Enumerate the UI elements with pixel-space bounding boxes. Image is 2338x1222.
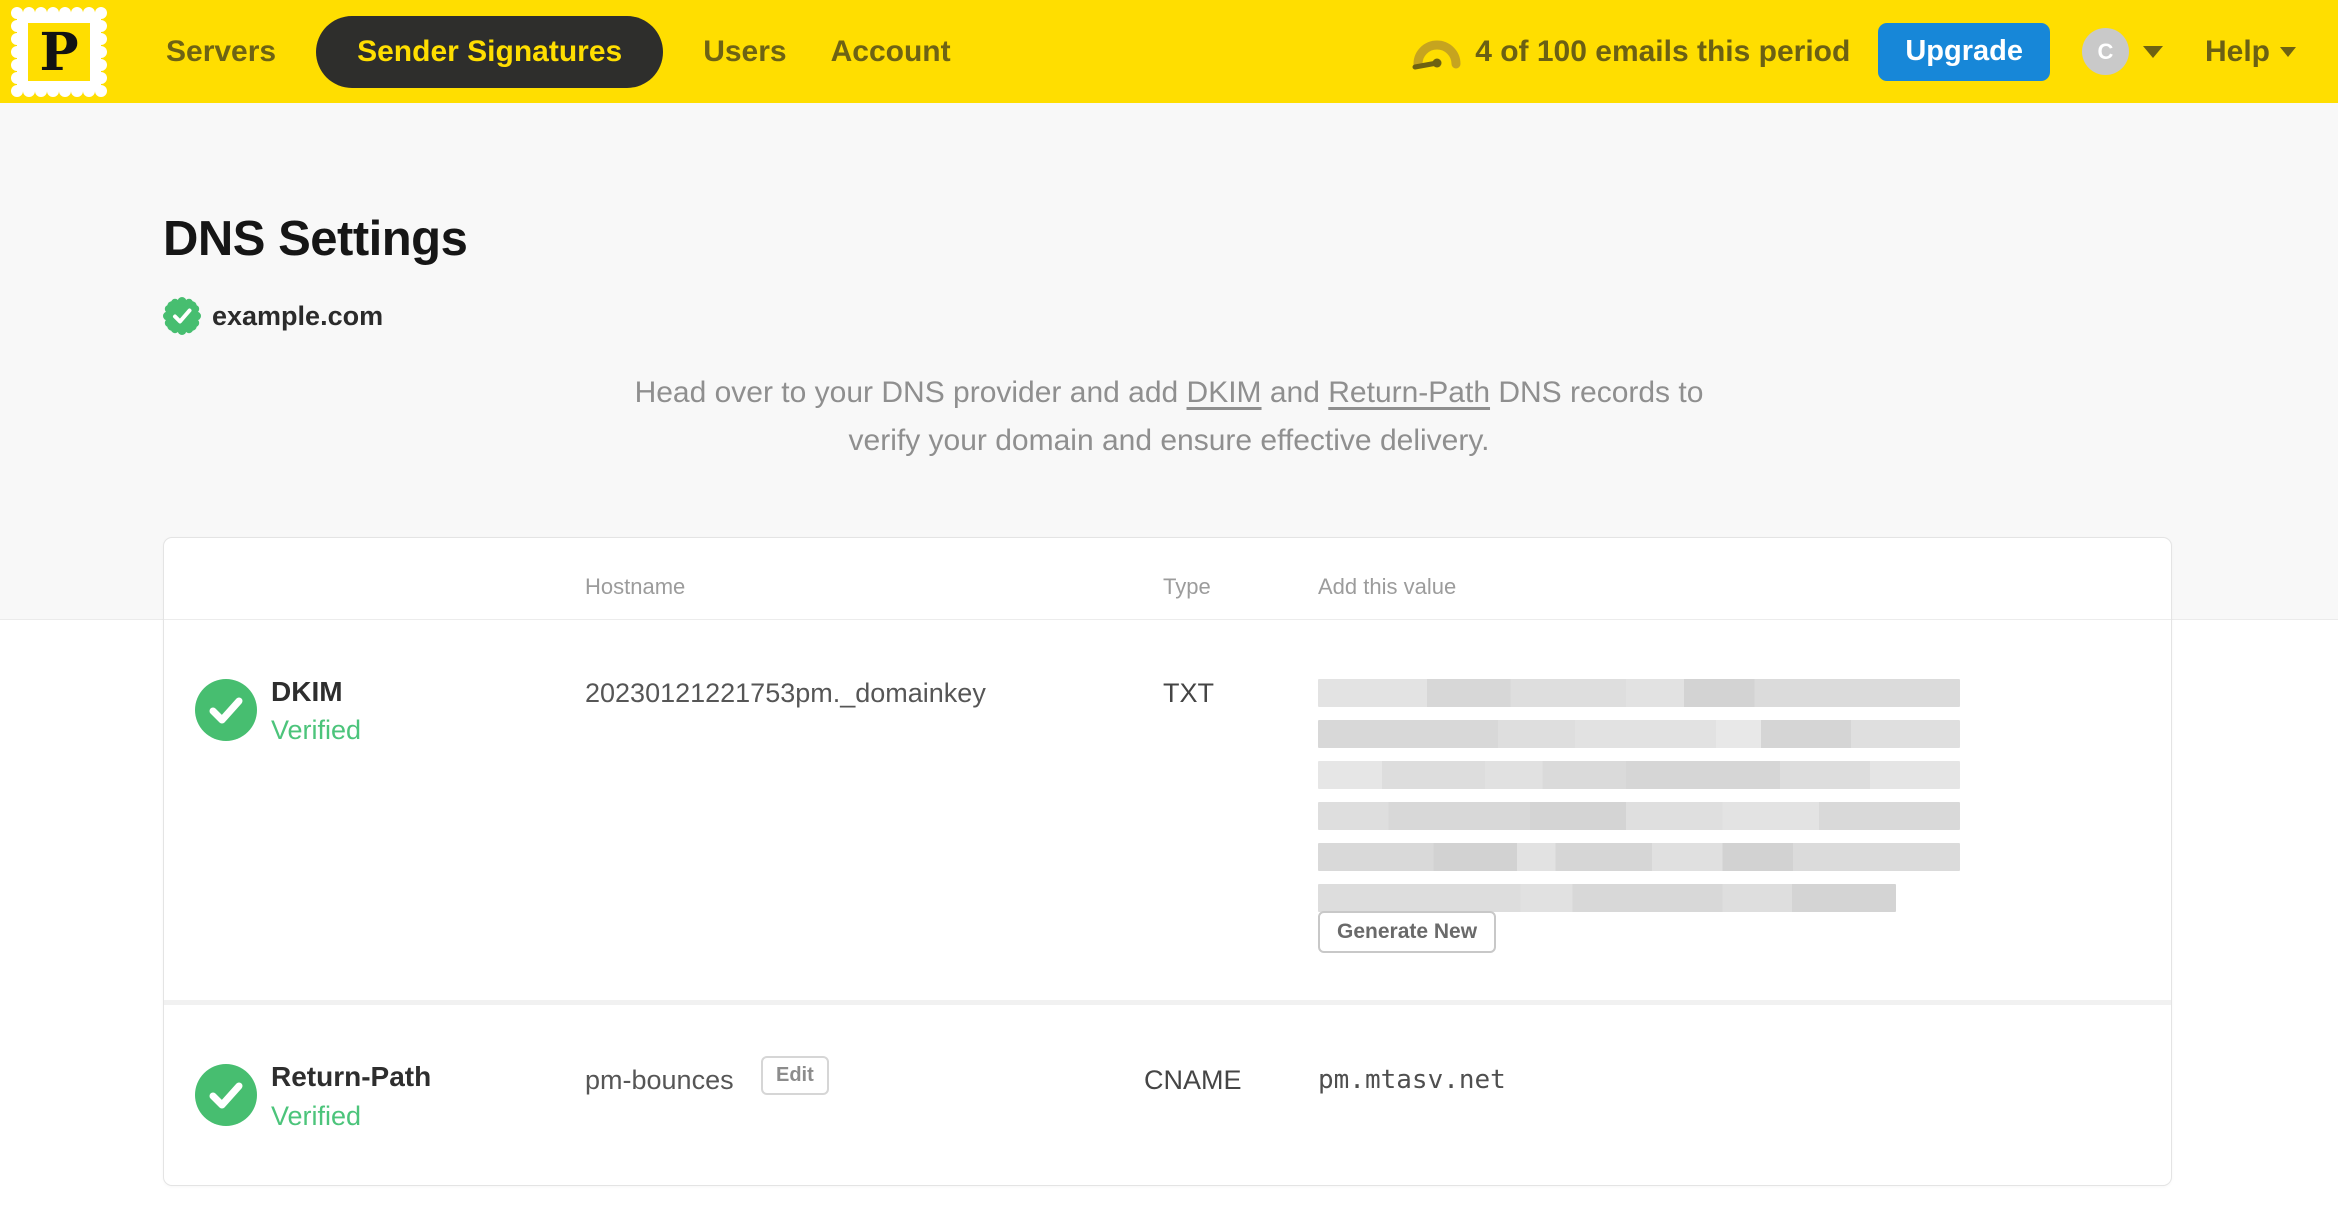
instructions-part1: Head over to your DNS provider and add bbox=[634, 376, 1187, 409]
nav-right: 4 of 100 emails this period Upgrade C He… bbox=[1411, 22, 2296, 81]
verified-seal-icon bbox=[163, 297, 201, 335]
redacted-value-row bbox=[1318, 884, 1896, 912]
redacted-value-row bbox=[1318, 720, 1960, 748]
column-header-hostname: Hostname bbox=[585, 574, 686, 599]
record-type-dkim: TXT bbox=[1163, 678, 1214, 708]
chevron-down-icon bbox=[2280, 46, 2296, 57]
record-hostname-dkim: 20230121221753pm._domainkey bbox=[585, 678, 986, 708]
page-title: DNS Settings bbox=[163, 212, 468, 266]
return-path-link[interactable]: Return-Path bbox=[1328, 376, 1490, 409]
edit-button[interactable]: Edit bbox=[761, 1056, 829, 1095]
record-name-dkim: DKIM bbox=[271, 676, 343, 707]
nav-links: Servers Sender Signatures Users Account bbox=[144, 15, 973, 88]
top-navigation: P Servers Sender Signatures Users Accoun… bbox=[0, 0, 2338, 103]
chevron-down-icon bbox=[2142, 45, 2163, 58]
redacted-value-row bbox=[1318, 802, 1960, 830]
instructions-text: Head over to your DNS provider and add D… bbox=[0, 369, 2338, 465]
column-header-value: Add this value bbox=[1318, 574, 1457, 599]
nav-item-servers[interactable]: Servers bbox=[166, 35, 276, 69]
help-menu[interactable]: Help bbox=[2205, 35, 2296, 69]
record-name-return-path: Return-Path bbox=[271, 1061, 432, 1092]
verified-check-icon bbox=[195, 1064, 257, 1126]
header-divider bbox=[164, 619, 2171, 620]
redacted-value-row bbox=[1318, 679, 1960, 707]
nav-item-sender-signatures[interactable]: Sender Signatures bbox=[316, 15, 664, 88]
domain-name: example.com bbox=[212, 300, 384, 331]
column-header-type: Type bbox=[1163, 574, 1211, 599]
redacted-dkim-value bbox=[1318, 679, 1968, 925]
record-type-return-path: CNAME bbox=[1144, 1065, 1242, 1095]
usage-gauge-icon bbox=[1412, 40, 1461, 69]
help-label: Help bbox=[2204, 34, 2270, 68]
nav-item-account[interactable]: Account bbox=[831, 35, 951, 69]
usage-counter: 4 of 100 emails this period bbox=[1475, 34, 1851, 68]
dns-records-table: Hostname Type Add this value DKIM Verifi… bbox=[163, 537, 2172, 1186]
postmark-logo-icon[interactable]: P bbox=[10, 6, 108, 98]
domain-row: example.com bbox=[163, 297, 383, 335]
account-menu[interactable]: C bbox=[2081, 28, 2163, 75]
redacted-value-row bbox=[1318, 843, 1960, 871]
instructions-part2: and bbox=[1261, 376, 1329, 409]
svg-text:P: P bbox=[39, 22, 78, 83]
instructions-part3: DNS records to bbox=[1490, 376, 1704, 409]
nav-item-users[interactable]: Users bbox=[703, 35, 786, 69]
generate-new-button[interactable]: Generate New bbox=[1318, 911, 1497, 953]
dkim-link[interactable]: DKIM bbox=[1187, 376, 1262, 409]
instructions-line2: verify your domain and ensure effective … bbox=[848, 424, 1490, 457]
avatar: C bbox=[2081, 28, 2129, 75]
row-divider bbox=[164, 1000, 2171, 1005]
upgrade-button[interactable]: Upgrade bbox=[1878, 22, 2050, 81]
record-status-dkim: Verified bbox=[271, 715, 362, 745]
record-status-return-path: Verified bbox=[271, 1101, 362, 1131]
verified-check-icon bbox=[195, 679, 257, 741]
redacted-value-row bbox=[1318, 761, 1960, 789]
record-hostname-return-path: pm-bounces bbox=[585, 1065, 734, 1095]
record-value-return-path: pm.mtasv.net bbox=[1318, 1065, 1506, 1095]
